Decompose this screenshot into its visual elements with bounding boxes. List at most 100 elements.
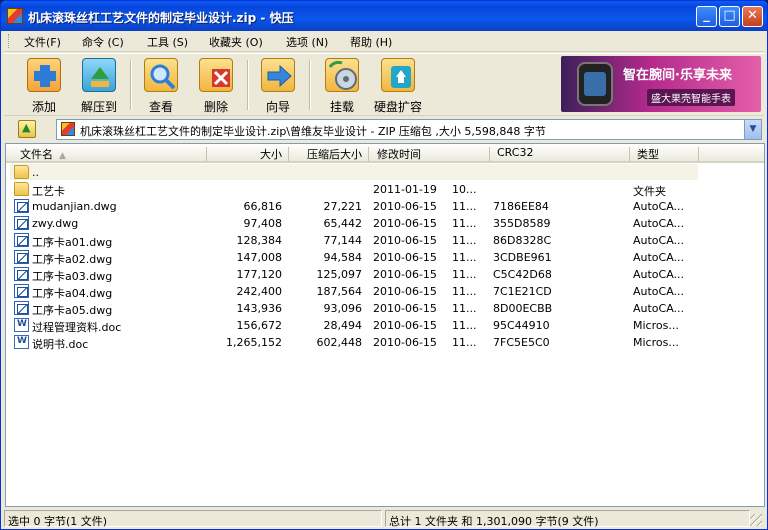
add-button[interactable]: 添加 bbox=[19, 58, 69, 114]
path-field[interactable]: 机床滚珠丝杠工艺文件的制定毕业设计.zip\曾维友毕业设计 - ZIP 压缩包 … bbox=[56, 119, 762, 140]
menu-tools[interactable]: 工具 (S) bbox=[147, 34, 188, 50]
disk-expand-label: 硬盘扩容 bbox=[373, 100, 422, 114]
file-date: 2010-06-15 bbox=[373, 336, 437, 349]
file-type: AutoCA... bbox=[633, 285, 685, 298]
dwg-file-icon bbox=[14, 233, 29, 247]
delete-button[interactable]: 删除 bbox=[191, 58, 241, 114]
file-size: 156,672 bbox=[236, 319, 283, 332]
file-size: 97,408 bbox=[243, 217, 283, 230]
menu-options[interactable]: 选项 (N) bbox=[286, 34, 328, 50]
file-size: 1,265,152 bbox=[226, 336, 282, 349]
menu-help[interactable]: 帮助 (H) bbox=[350, 34, 392, 50]
file-packed-size: 28,494 bbox=[323, 319, 363, 332]
extract-to-button[interactable]: 解压到 bbox=[74, 58, 124, 114]
file-size: 143,936 bbox=[236, 302, 283, 315]
file-packed-size: 187,564 bbox=[316, 285, 363, 298]
doc-file-icon bbox=[14, 318, 29, 332]
file-time: 11... bbox=[452, 200, 477, 213]
file-row[interactable]: 说明书.doc 1,265,152 602,448 2010-06-15 11.… bbox=[6, 334, 764, 351]
folder-up-icon bbox=[14, 165, 29, 179]
sort-ascending-icon: ▲ bbox=[59, 151, 66, 161]
dwg-file-icon bbox=[14, 199, 29, 213]
file-type: 文件夹 bbox=[633, 185, 666, 198]
file-row[interactable]: zwy.dwg 97,408 65,442 2010-06-15 11... 3… bbox=[6, 215, 764, 232]
file-crc32: 95C44910 bbox=[493, 319, 550, 332]
column-divider[interactable] bbox=[698, 147, 699, 161]
column-crc32[interactable]: CRC32 bbox=[497, 146, 533, 159]
file-type: AutoCA... bbox=[633, 268, 685, 281]
file-name: 工序卡a05.dwg bbox=[32, 304, 113, 317]
menu-command[interactable]: 命令 (C) bbox=[82, 34, 124, 50]
file-type: AutoCA... bbox=[633, 200, 685, 213]
zip-archive-icon bbox=[61, 122, 75, 136]
file-date: 2010-06-15 bbox=[373, 285, 437, 298]
menu-favorites[interactable]: 收藏夹 (O) bbox=[209, 34, 263, 50]
file-row[interactable]: 工序卡a01.dwg 128,384 77,144 2010-06-15 11.… bbox=[6, 232, 764, 249]
dwg-file-icon bbox=[14, 301, 29, 315]
column-type[interactable]: 类型 bbox=[637, 146, 659, 162]
file-crc32: 355D8589 bbox=[493, 217, 551, 230]
maximize-button[interactable]: □ bbox=[719, 6, 740, 27]
file-name: mudanjian.dwg bbox=[32, 200, 117, 213]
file-packed-size: 65,442 bbox=[323, 217, 363, 230]
file-time: 11... bbox=[452, 302, 477, 315]
file-name: 工序卡a04.dwg bbox=[32, 287, 113, 300]
file-type: AutoCA... bbox=[633, 302, 685, 315]
file-name: zwy.dwg bbox=[32, 217, 79, 230]
disk-expand-button[interactable]: 硬盘扩容 bbox=[373, 58, 423, 114]
file-time: 11... bbox=[452, 268, 477, 281]
file-size: 242,400 bbox=[236, 285, 283, 298]
column-modified[interactable]: 修改时间 bbox=[377, 146, 421, 162]
column-divider[interactable] bbox=[629, 147, 630, 161]
up-folder-button[interactable] bbox=[18, 120, 36, 138]
file-type: AutoCA... bbox=[633, 217, 685, 230]
file-row[interactable]: mudanjian.dwg 66,816 27,221 2010-06-15 1… bbox=[6, 198, 764, 215]
file-crc32: 8D00ECBB bbox=[493, 302, 553, 315]
column-divider[interactable] bbox=[368, 147, 369, 161]
column-size[interactable]: 大小 bbox=[206, 146, 282, 162]
delete-label: 删除 bbox=[203, 100, 228, 114]
file-row-parent[interactable]: .. bbox=[6, 164, 764, 181]
file-list[interactable]: 文件名 ▲ 大小 压缩后大小 修改时间 CRC32 类型 .. 工艺卡 2011… bbox=[5, 143, 765, 507]
file-row[interactable]: 工艺卡 2011-01-19 10... 文件夹 bbox=[6, 181, 764, 198]
menu-bar: 文件(F) 命令 (C) 工具 (S) 收藏夹 (O) 选项 (N) 帮助 (H… bbox=[4, 31, 764, 52]
resize-grip-icon[interactable] bbox=[750, 514, 762, 526]
file-crc32: 3CDBE961 bbox=[493, 251, 552, 264]
file-date: 2010-06-15 bbox=[373, 319, 437, 332]
file-date: 2010-06-15 bbox=[373, 251, 437, 264]
add-icon bbox=[27, 58, 61, 92]
minimize-button[interactable]: _ bbox=[696, 6, 717, 27]
file-row[interactable]: 工序卡a05.dwg 143,936 93,096 2010-06-15 11.… bbox=[6, 300, 764, 317]
file-crc32: 86D8328C bbox=[493, 234, 552, 247]
file-row[interactable]: 过程管理资料.doc 156,672 28,494 2010-06-15 11.… bbox=[6, 317, 764, 334]
file-row[interactable]: 工序卡a02.dwg 147,008 94,584 2010-06-15 11.… bbox=[6, 249, 764, 266]
menu-grip bbox=[8, 34, 11, 48]
menu-file[interactable]: 文件(F) bbox=[24, 34, 61, 50]
file-date: 2010-06-15 bbox=[373, 234, 437, 247]
column-name[interactable]: 文件名 ▲ bbox=[20, 146, 66, 162]
close-button[interactable]: ✕ bbox=[742, 6, 763, 27]
file-time: 11... bbox=[452, 217, 477, 230]
smartwatch-image bbox=[577, 62, 613, 106]
file-name: 工序卡a01.dwg bbox=[32, 236, 113, 249]
file-crc32: C5C42D68 bbox=[493, 268, 552, 281]
file-packed-size: 93,096 bbox=[323, 302, 363, 315]
file-packed-size: 27,221 bbox=[323, 200, 363, 213]
wizard-button[interactable]: 向导 bbox=[253, 58, 303, 114]
address-bar: 机床滚珠丝杠工艺文件的制定毕业设计.zip\曾维友毕业设计 - ZIP 压缩包 … bbox=[4, 117, 764, 142]
title-bar[interactable]: 机床滚珠丝杠工艺文件的制定毕业设计.zip - 快压 _ □ ✕ bbox=[1, 1, 767, 31]
file-date: 2010-06-15 bbox=[373, 302, 437, 315]
extract-icon bbox=[82, 58, 116, 92]
file-row[interactable]: 工序卡a03.dwg 177,120 125,097 2010-06-15 11… bbox=[6, 266, 764, 283]
path-dropdown-arrow[interactable]: ▼ bbox=[744, 120, 761, 139]
column-divider[interactable] bbox=[489, 147, 490, 161]
file-packed-size: 94,584 bbox=[323, 251, 363, 264]
file-row[interactable]: 工序卡a04.dwg 242,400 187,564 2010-06-15 11… bbox=[6, 283, 764, 300]
view-button[interactable]: 查看 bbox=[136, 58, 186, 114]
list-header: 文件名 ▲ 大小 压缩后大小 修改时间 CRC32 类型 bbox=[6, 144, 764, 163]
smartwatch-ad-banner[interactable]: 智在腕间·乐享未来 盛大果壳智能手表 bbox=[561, 56, 761, 112]
disk-expand-icon bbox=[381, 58, 415, 92]
mount-button[interactable]: 挂载 bbox=[317, 58, 367, 114]
file-packed-size: 77,144 bbox=[323, 234, 363, 247]
column-packed-size[interactable]: 压缩后大小 bbox=[288, 146, 362, 162]
